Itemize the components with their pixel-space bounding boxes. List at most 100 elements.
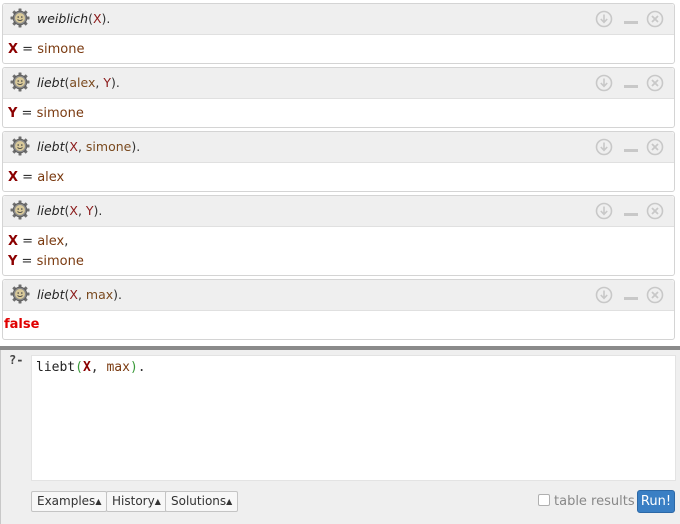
query-text: liebt(alex, Y). xyxy=(37,75,120,90)
run-button[interactable]: Run! xyxy=(637,490,675,513)
answer-false: false xyxy=(4,317,40,332)
query-result-block: weiblich(X). X = simone xyxy=(2,3,675,64)
solutions-button[interactable]: Solutions▲ xyxy=(165,491,239,512)
query-text: liebt(X, max). xyxy=(37,287,122,302)
close-icon[interactable] xyxy=(646,138,664,156)
gear-icon[interactable] xyxy=(10,72,30,92)
gear-icon[interactable] xyxy=(10,200,30,220)
answer-variable: X xyxy=(8,170,19,185)
caret-up-icon: ▲ xyxy=(154,497,161,506)
download-icon[interactable] xyxy=(595,10,613,28)
query-result-block: liebt(X, simone). X = alex xyxy=(2,131,675,192)
query-close: ). xyxy=(101,11,111,26)
answer-separator: , xyxy=(64,234,69,249)
query-result-block: liebt(alex, Y). Y = simone xyxy=(2,67,675,128)
answer-equals: = xyxy=(17,106,37,121)
answer-binding: X = alex, xyxy=(8,234,68,249)
answer-equals: = xyxy=(17,254,37,269)
close-icon[interactable] xyxy=(646,202,664,220)
answer-variable: Y xyxy=(8,254,18,269)
query-predicate: weiblich xyxy=(37,11,89,26)
query-variable: Y xyxy=(103,75,111,90)
query-header: liebt(X, simone). xyxy=(3,132,674,163)
answer-value: simone xyxy=(36,106,84,121)
query-header: liebt(X, Y). xyxy=(3,196,674,227)
query-close: ). xyxy=(110,75,120,90)
answer-binding: Y = simone xyxy=(8,254,84,269)
query-predicate: liebt xyxy=(37,203,65,218)
query-header: liebt(alex, Y). xyxy=(3,68,674,99)
answer-variable: Y xyxy=(8,106,18,121)
minimize-icon[interactable] xyxy=(622,202,640,220)
minimize-icon[interactable] xyxy=(622,10,640,28)
answer-equals: = xyxy=(18,234,38,249)
answer-binding: X = simone xyxy=(8,42,84,57)
answer-value: simone xyxy=(37,42,85,57)
gear-icon[interactable] xyxy=(10,136,30,156)
editor-atom: max xyxy=(106,360,130,375)
query-header: liebt(X, max). xyxy=(3,280,674,311)
query-variable: Y xyxy=(85,203,94,218)
close-icon[interactable] xyxy=(646,286,664,304)
minimize-icon[interactable] xyxy=(622,286,640,304)
query-variable: X xyxy=(69,203,78,218)
answer-value: alex xyxy=(37,170,65,185)
query-variable: X xyxy=(69,287,78,302)
query-result-block: liebt(X, max). false xyxy=(2,279,675,340)
query-text: weiblich(X). xyxy=(37,11,110,26)
download-icon[interactable] xyxy=(595,74,613,92)
answer-equals: = xyxy=(18,170,38,185)
answer-binding: X = alex xyxy=(8,170,64,185)
query-separator: , xyxy=(77,287,86,302)
caret-up-icon: ▲ xyxy=(95,497,102,506)
editor-variable: X xyxy=(82,360,91,375)
query-prompt: ?- xyxy=(9,353,24,367)
query-header: weiblich(X). xyxy=(3,4,674,35)
download-icon[interactable] xyxy=(595,286,613,304)
download-icon[interactable] xyxy=(595,202,613,220)
query-atom: max xyxy=(85,287,114,302)
history-button[interactable]: History▲ xyxy=(106,491,167,512)
query-text: liebt(X, simone). xyxy=(37,139,140,154)
query-atom: alex xyxy=(69,75,96,90)
gear-icon[interactable] xyxy=(10,8,30,28)
solutions-label: Solutions xyxy=(171,494,227,508)
query-separator: , xyxy=(77,139,86,154)
query-predicate: liebt xyxy=(37,287,65,302)
editor-close-paren: ) xyxy=(129,360,138,375)
gear-icon[interactable] xyxy=(10,284,30,304)
caret-up-icon: ▲ xyxy=(226,497,233,506)
query-result-block: liebt(X, Y). X = alex, Y = simone xyxy=(2,195,675,276)
table-results-label: table results xyxy=(554,494,635,509)
answer-variable: X xyxy=(8,234,19,249)
table-results-checkbox[interactable] xyxy=(538,494,550,506)
results-pane: weiblich(X). X = simone liebt(alex, Y). Y =… xyxy=(0,0,680,347)
history-label: History xyxy=(112,494,155,508)
minimize-icon[interactable] xyxy=(622,138,640,156)
editor-open-paren: ( xyxy=(75,360,83,375)
query-close: ). xyxy=(93,203,103,218)
examples-label: Examples xyxy=(37,494,96,508)
query-predicate: liebt xyxy=(37,139,65,154)
run-label: Run! xyxy=(640,494,672,509)
answer-value: alex xyxy=(37,234,65,249)
table-results-toggle[interactable]: table results xyxy=(538,494,635,509)
query-separator: , xyxy=(77,203,86,218)
answer-value: simone xyxy=(36,254,84,269)
query-atom: simone xyxy=(85,139,132,154)
query-variable: X xyxy=(92,11,102,26)
editor-end: . xyxy=(137,360,146,375)
query-text: liebt(X, Y). xyxy=(37,203,102,218)
answer-equals: = xyxy=(18,42,38,57)
examples-button[interactable]: Examples▲ xyxy=(31,491,108,512)
query-predicate: liebt xyxy=(37,75,65,90)
download-icon[interactable] xyxy=(595,138,613,156)
minimize-icon[interactable] xyxy=(622,74,640,92)
query-variable: X xyxy=(69,139,78,154)
query-editor[interactable]: liebt(X, max). xyxy=(31,355,676,481)
query-close: ). xyxy=(113,287,122,302)
answer-variable: X xyxy=(8,42,19,57)
close-icon[interactable] xyxy=(646,74,664,92)
answer-binding: Y = simone xyxy=(8,106,84,121)
close-icon[interactable] xyxy=(646,10,664,28)
